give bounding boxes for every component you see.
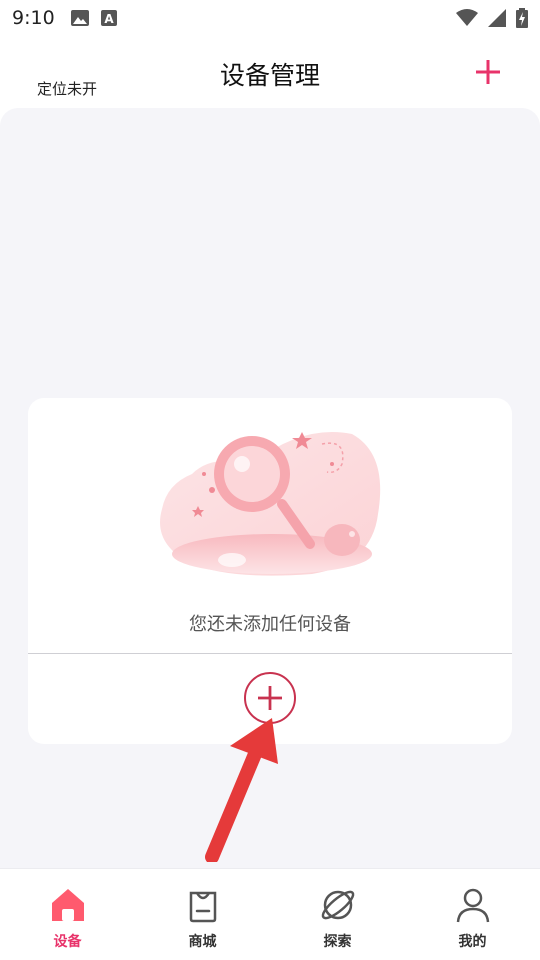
signal-icon — [488, 9, 506, 27]
bottom-nav: 设备 商城 探索 我的 — [0, 868, 540, 960]
nav-item-mall[interactable]: 商城 — [135, 869, 270, 960]
add-device-header-button[interactable] — [472, 56, 504, 88]
pointer-arrow — [205, 718, 278, 862]
nav-item-devices[interactable]: 设备 — [0, 869, 135, 960]
status-bar: 9:10 A — [0, 0, 540, 36]
magnifier-illustration — [160, 432, 381, 576]
nav-label-mall: 商城 — [188, 934, 217, 950]
nav-label-profile: 我的 — [458, 934, 487, 950]
nav-item-profile[interactable]: 我的 — [405, 869, 540, 960]
image-icon — [70, 10, 89, 26]
nav-label-explore: 探索 — [323, 934, 352, 950]
page-title: 设备管理 — [219, 61, 320, 90]
planet-icon — [321, 890, 354, 920]
user-icon — [456, 888, 489, 923]
shopping-bag-icon — [189, 891, 216, 923]
battery-icon — [516, 8, 528, 28]
plus-circle-icon — [258, 686, 282, 710]
home-icon — [51, 889, 84, 921]
divider — [28, 653, 512, 654]
wifi-icon — [456, 9, 478, 26]
empty-state-message: 您还未添加任何设备 — [189, 614, 351, 635]
header: 定位未开 设备管理 — [0, 36, 540, 108]
empty-state-card: 您还未添加任何设备 — [28, 398, 512, 744]
nav-item-explore[interactable]: 探索 — [270, 869, 405, 960]
a-icon: A — [100, 10, 117, 26]
status-time: 9:10 — [12, 7, 55, 29]
plus-icon — [476, 60, 500, 84]
nav-label-devices: 设备 — [53, 934, 82, 950]
svg-text:A: A — [104, 12, 114, 26]
